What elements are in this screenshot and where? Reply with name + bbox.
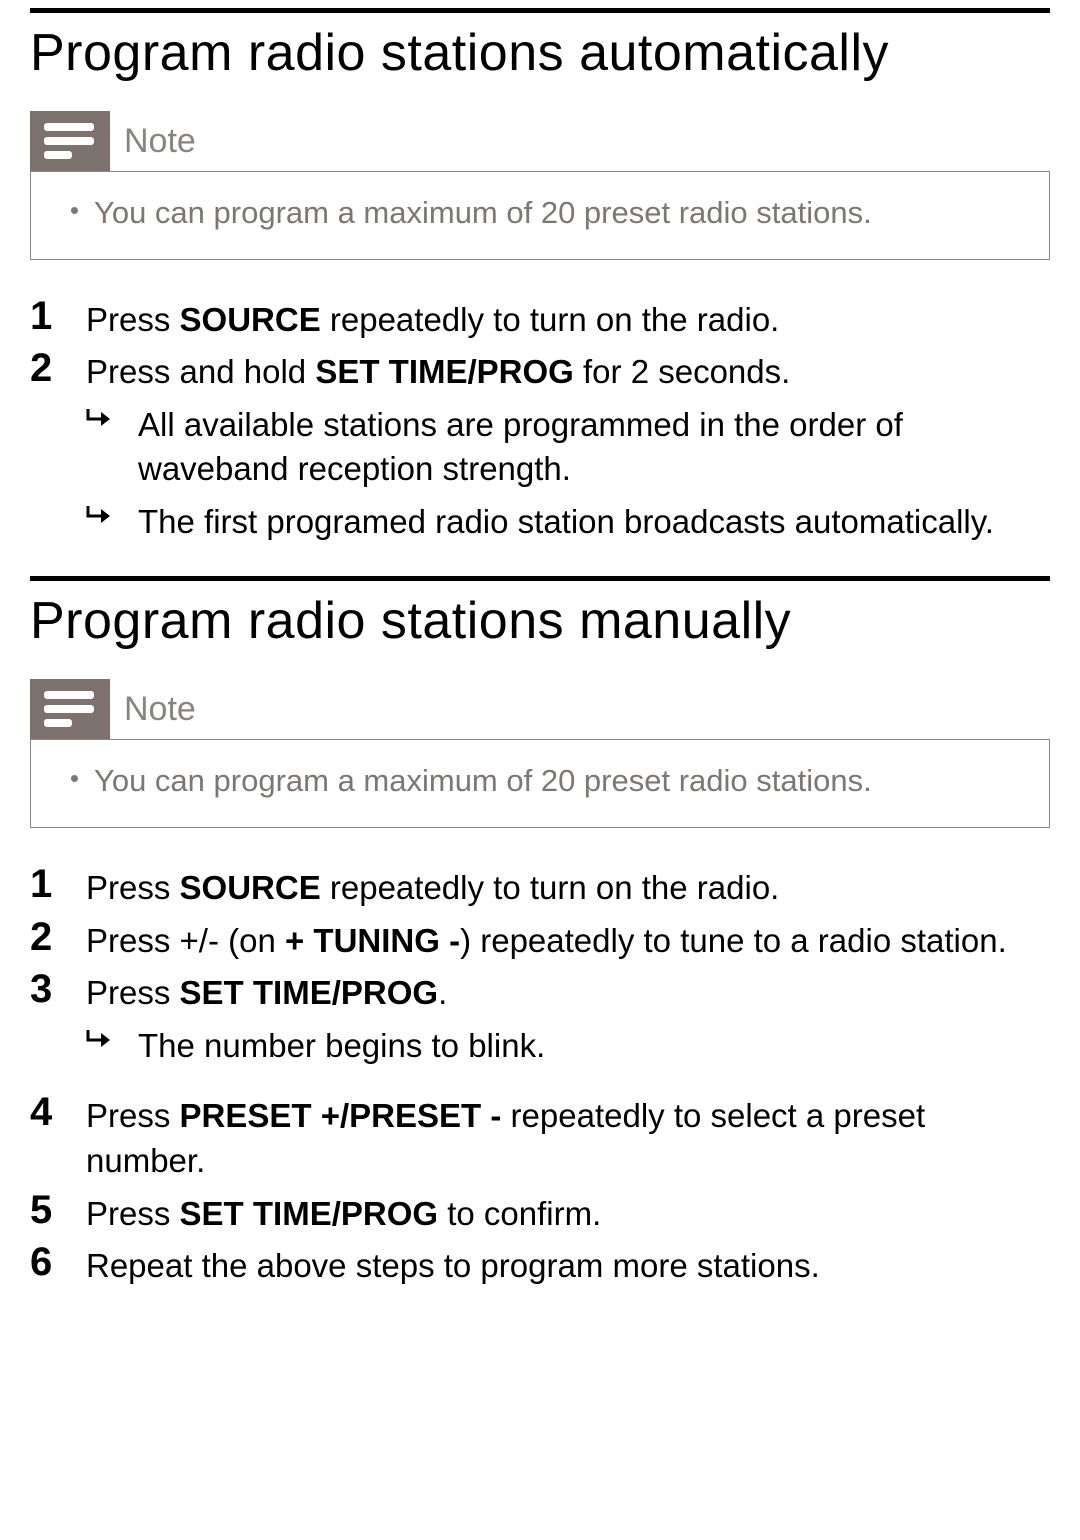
step-number: 1 xyxy=(30,862,60,906)
note-icon xyxy=(30,111,110,171)
step-text-strong: SET TIME/PROG xyxy=(180,1195,439,1232)
step-text-span: to confirm. xyxy=(438,1195,601,1232)
result-arrow-icon xyxy=(86,500,114,545)
step-text-span: Press xyxy=(86,301,180,338)
result-arrow-icon xyxy=(86,504,114,528)
step-text-span: repeatedly to turn on the radio. xyxy=(321,869,780,906)
step-text-span: ) repeatedly to tune to a radio station. xyxy=(460,922,1007,959)
step-text-strong: SET TIME/PROG xyxy=(180,974,439,1011)
step-sub: The number begins to blink. xyxy=(86,1024,1050,1069)
steps-manual: 1 Press SOURCE repeatedly to turn on the … xyxy=(30,862,1050,1288)
note-header-manual: Note xyxy=(30,679,196,739)
step-text: Press and hold SET TIME/PROG for 2 secon… xyxy=(86,350,1050,395)
step-number: 5 xyxy=(30,1188,60,1232)
bullet-icon xyxy=(71,775,78,782)
step-text-strong: PRESET +/PRESET - xyxy=(180,1097,502,1134)
step-body: Press +/- (on + TUNING -) repeatedly to … xyxy=(86,915,1050,964)
step-text: Press PRESET +/PRESET - repeatedly to se… xyxy=(86,1094,1050,1183)
step-text-span: Repeat the above steps to program more s… xyxy=(86,1247,820,1284)
section-title-auto: Program radio stations automatically xyxy=(30,23,1050,83)
step-text-span: Press and hold xyxy=(86,353,315,390)
step-row: 5 Press SET TIME/PROG to confirm. xyxy=(30,1188,1050,1237)
step-number: 4 xyxy=(30,1090,60,1134)
step-body: Press SET TIME/PROG. The number begins to… xyxy=(86,967,1050,1068)
step-text-span: Press xyxy=(86,869,180,906)
step-text: Press SOURCE repeatedly to turn on the r… xyxy=(86,866,1050,911)
step-text-strong: + TUNING - xyxy=(285,922,460,959)
step-body: Repeat the above steps to program more s… xyxy=(86,1240,1050,1289)
note-icon xyxy=(30,679,110,739)
result-arrow-icon xyxy=(86,407,114,431)
step-sub: The first programed radio station broadc… xyxy=(86,500,1050,545)
step-number: 1 xyxy=(30,294,60,338)
section-divider xyxy=(30,8,1050,13)
note-body-manual: You can program a maximum of 20 preset r… xyxy=(30,739,1050,828)
step-text-span: Press xyxy=(86,1097,180,1134)
step-text-strong: SOURCE xyxy=(180,301,321,338)
step-text: Press SET TIME/PROG. xyxy=(86,971,1050,1016)
step-row: 2 Press +/- (on + TUNING -) repeatedly to… xyxy=(30,915,1050,964)
step-body: Press SET TIME/PROG to confirm. xyxy=(86,1188,1050,1237)
step-text-span: Press +/- (on xyxy=(86,922,285,959)
step-body: Press SOURCE repeatedly to turn on the r… xyxy=(86,862,1050,911)
step-text-strong: SET TIME/PROG xyxy=(315,353,574,390)
note-body-auto: You can program a maximum of 20 preset r… xyxy=(30,171,1050,260)
step-number: 2 xyxy=(30,915,60,959)
step-text-span: for 2 seconds. xyxy=(574,353,790,390)
step-number: 6 xyxy=(30,1240,60,1284)
step-text-span: repeatedly to turn on the radio. xyxy=(321,301,780,338)
step-row: 4 Press PRESET +/PRESET - repeatedly to s… xyxy=(30,1090,1050,1183)
result-arrow-icon xyxy=(86,403,114,492)
step-body: Press and hold SET TIME/PROG for 2 secon… xyxy=(86,346,1050,544)
note-text: You can program a maximum of 20 preset r… xyxy=(94,762,872,801)
step-text: Press SOURCE repeatedly to turn on the r… xyxy=(86,298,1050,343)
step-text-strong: SOURCE xyxy=(180,869,321,906)
step-row: 1 Press SOURCE repeatedly to turn on the … xyxy=(30,294,1050,343)
step-number: 3 xyxy=(30,967,60,1011)
step-sub-text: The number begins to blink. xyxy=(138,1024,545,1069)
step-text-span: Press xyxy=(86,1195,180,1232)
step-body: Press PRESET +/PRESET - repeatedly to se… xyxy=(86,1090,1050,1183)
step-text-span: . xyxy=(438,974,447,1011)
step-sub: All available stations are programmed in… xyxy=(86,403,1050,492)
result-arrow-icon xyxy=(86,1024,114,1069)
section-title-manual: Program radio stations manually xyxy=(30,591,1050,651)
note-text: You can program a maximum of 20 preset r… xyxy=(94,194,872,233)
steps-auto: 1 Press SOURCE repeatedly to turn on the … xyxy=(30,294,1050,545)
note-header-auto: Note xyxy=(30,111,196,171)
bullet-icon xyxy=(71,207,78,214)
step-text: Press +/- (on + TUNING -) repeatedly to … xyxy=(86,919,1050,964)
step-text-span: Press xyxy=(86,974,180,1011)
step-body: Press SOURCE repeatedly to turn on the r… xyxy=(86,294,1050,343)
step-row: 2 Press and hold SET TIME/PROG for 2 seco… xyxy=(30,346,1050,544)
step-row: 1 Press SOURCE repeatedly to turn on the … xyxy=(30,862,1050,911)
result-arrow-icon xyxy=(86,1028,114,1052)
note-label: Note xyxy=(110,690,196,729)
step-number: 2 xyxy=(30,346,60,390)
step-text: Repeat the above steps to program more s… xyxy=(86,1244,1050,1289)
section-divider xyxy=(30,576,1050,581)
step-text: Press SET TIME/PROG to confirm. xyxy=(86,1192,1050,1237)
step-sub-text: The first programed radio station broadc… xyxy=(138,500,994,545)
step-row: 3 Press SET TIME/PROG. The number begins t… xyxy=(30,967,1050,1068)
note-label: Note xyxy=(110,122,196,161)
step-row: 6 Repeat the above steps to program more … xyxy=(30,1240,1050,1289)
manual-page: Program radio stations automatically Not… xyxy=(0,8,1080,1540)
step-sub-text: All available stations are programmed in… xyxy=(138,403,1050,492)
